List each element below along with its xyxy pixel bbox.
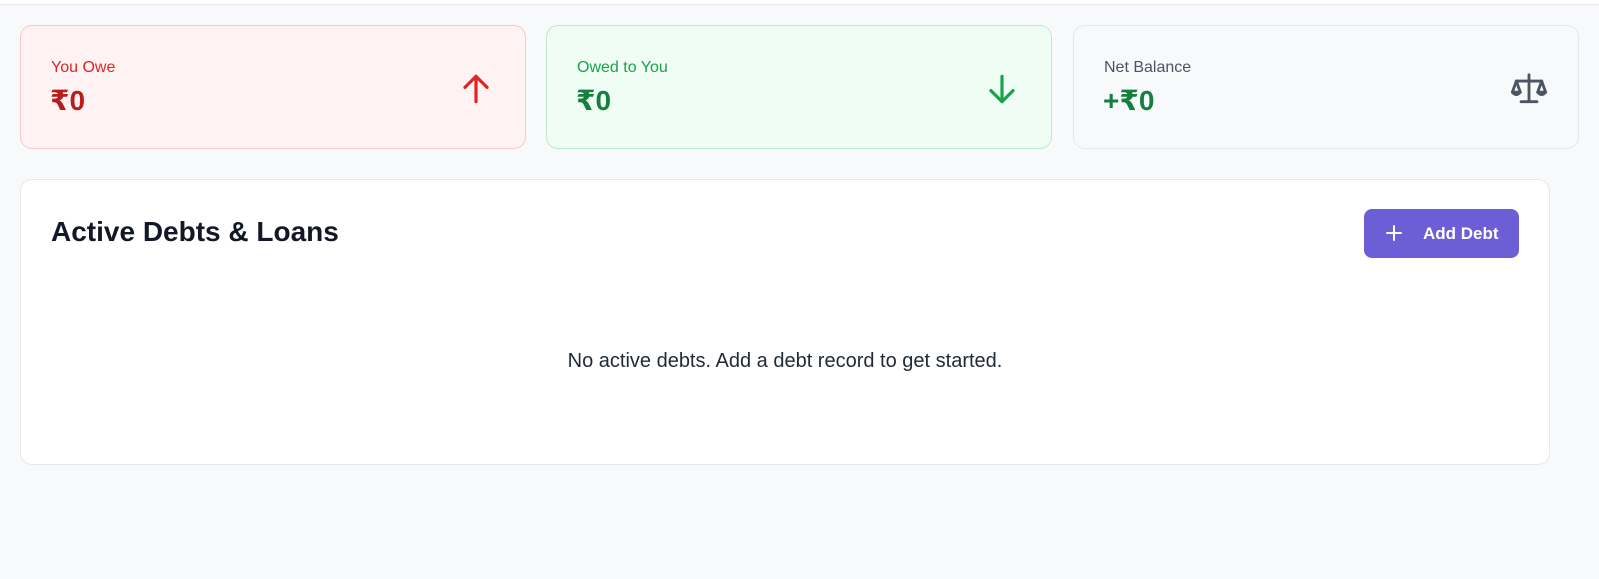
panel-title: Active Debts & Loans xyxy=(51,216,339,247)
net-balance-card: Net Balance +₹0 xyxy=(1073,25,1579,149)
owed-to-you-label: Owed to You xyxy=(577,59,668,76)
active-debts-panel: Active Debts & Loans Add Debt No active … xyxy=(20,179,1550,465)
you-owe-card: You Owe ₹0 xyxy=(20,25,526,149)
net-balance-amount: +₹0 xyxy=(1103,85,1155,116)
empty-state-message: No active debts. Add a debt record to ge… xyxy=(567,350,1003,372)
plus-icon xyxy=(1386,225,1402,241)
arrow-up-icon xyxy=(463,74,489,104)
net-balance-label: Net Balance xyxy=(1104,59,1192,76)
owed-to-you-card: Owed to You ₹0 xyxy=(546,25,1052,149)
scale-icon xyxy=(1510,73,1548,104)
add-debt-button[interactable]: Add Debt xyxy=(1364,209,1519,258)
you-owe-label: You Owe xyxy=(51,59,116,76)
you-owe-amount: ₹0 xyxy=(50,85,86,116)
summary-cards: You Owe ₹0 Owed to You ₹0 Net Balance +₹… xyxy=(20,25,1579,151)
owed-to-you-amount: ₹0 xyxy=(576,85,612,116)
arrow-down-icon xyxy=(989,74,1015,104)
top-bar xyxy=(0,0,1599,5)
add-debt-label: Add Debt xyxy=(1423,224,1499,243)
